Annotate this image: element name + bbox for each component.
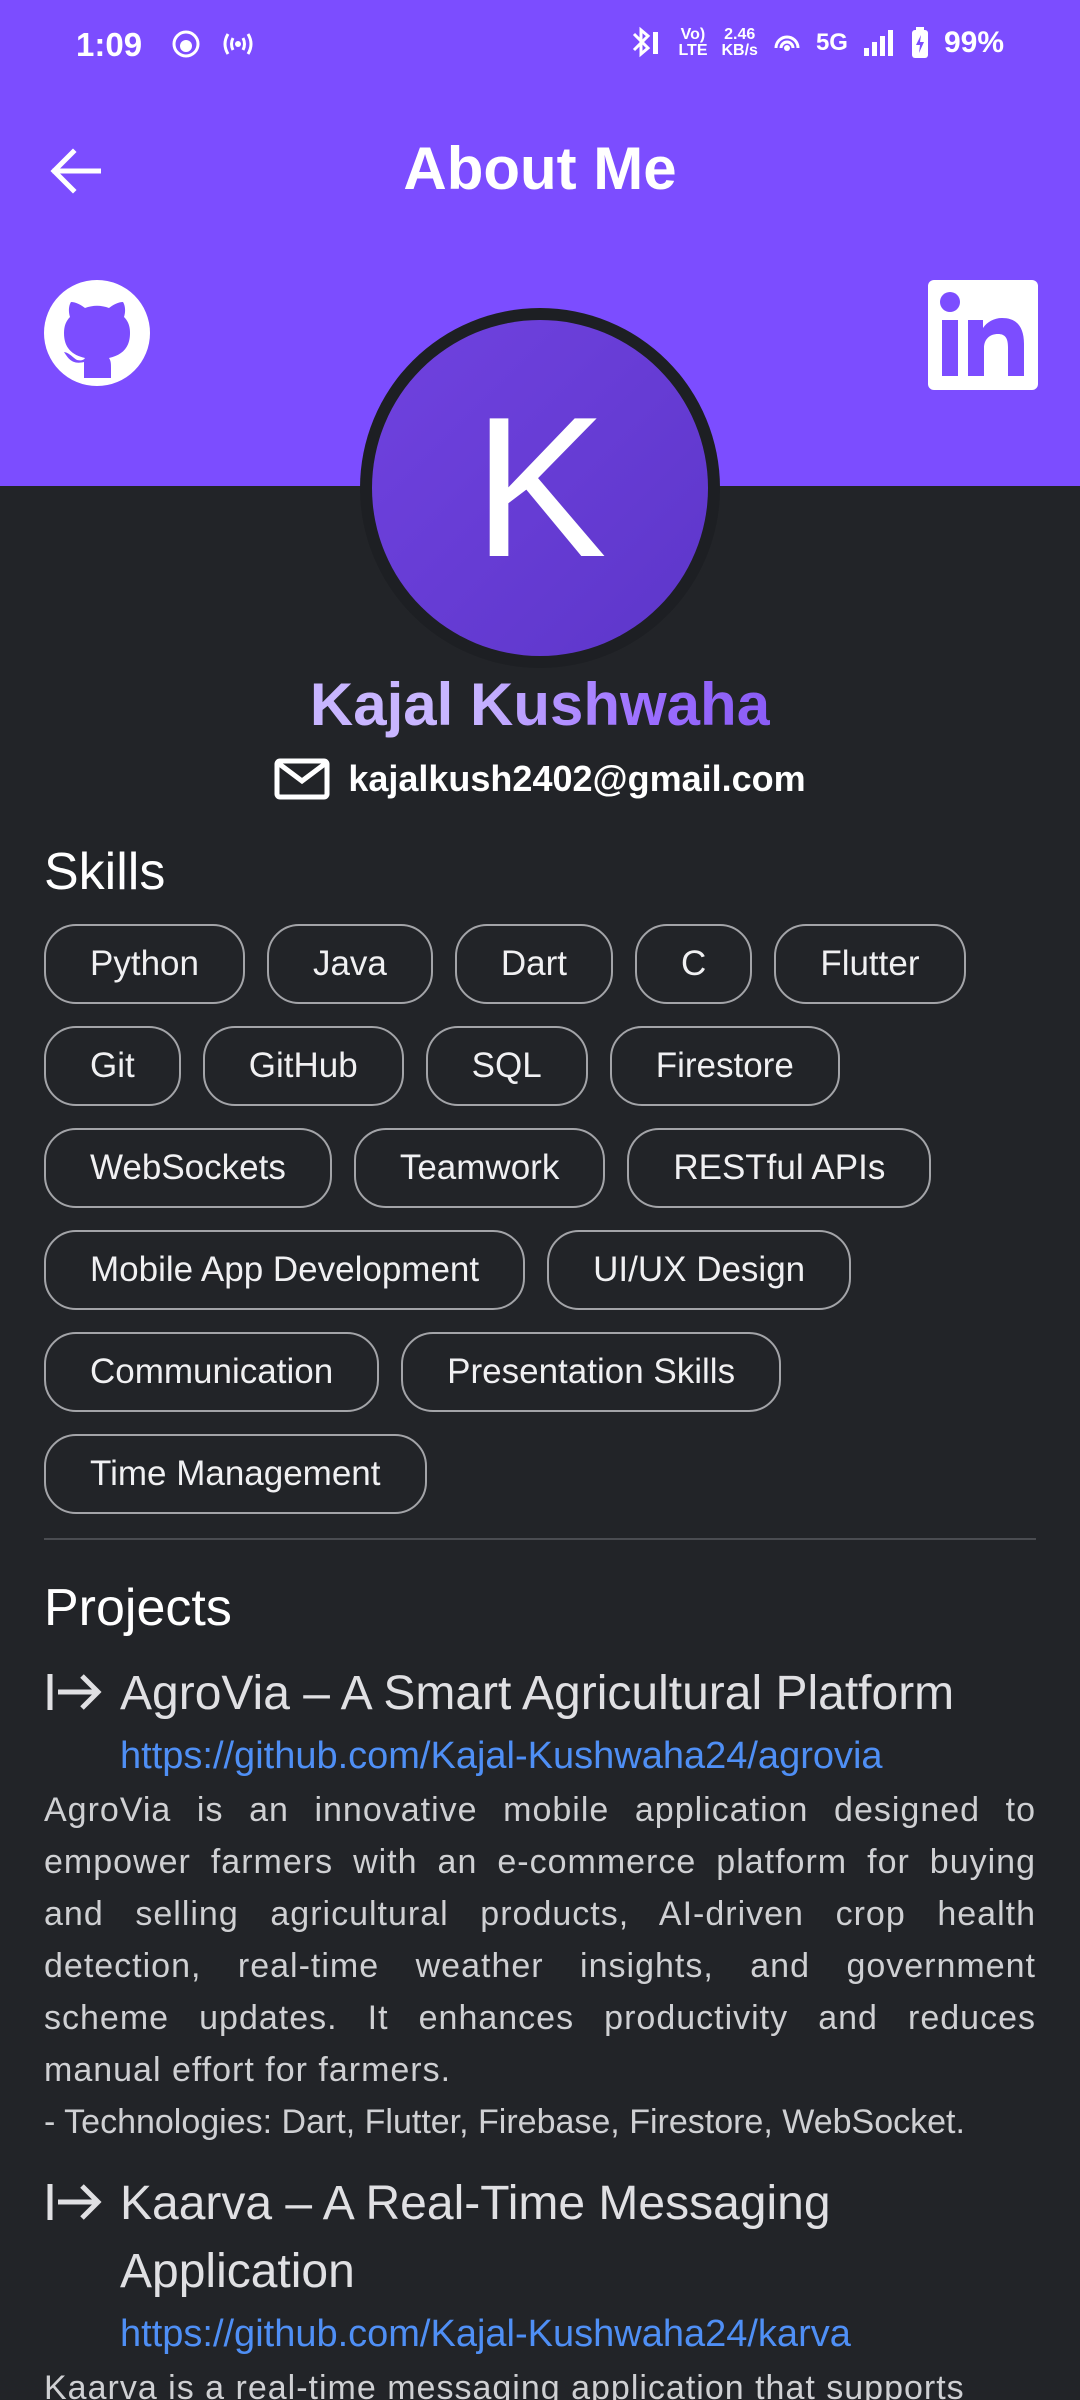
network-speed: 2.46 KB/s	[721, 26, 758, 59]
skills-chip-row: Python Java Dart C Flutter	[44, 924, 1044, 1004]
hotspot-icon	[223, 33, 253, 55]
linkedin-icon	[928, 280, 1038, 390]
skill-chip[interactable]: Dart	[454, 924, 614, 1004]
page-title: About Me	[403, 135, 677, 202]
skills-chip-row: Communication Presentation Skills	[44, 1332, 1044, 1412]
skill-chip[interactable]: Java	[266, 924, 433, 1004]
status-time: 1:09	[76, 26, 143, 63]
skill-chip[interactable]: SQL	[425, 1026, 588, 1106]
skills-title: Skills	[44, 843, 166, 901]
last-name: Kushwaha	[470, 671, 771, 738]
skill-chip[interactable]: GitHub	[202, 1026, 404, 1106]
project-link[interactable]: https://github.com/Kajal-Kushwaha24/agro…	[120, 1728, 1036, 1784]
skill-chip[interactable]: C	[635, 924, 753, 1004]
mail-icon	[274, 758, 330, 800]
project-technologies: - Technologies: Dart, Flutter, Firebase,…	[44, 2103, 965, 2141]
status-right-icons: Vo) LTE 2.46 KB/s 5G 99%	[628, 26, 1004, 60]
wifi-calling-icon	[774, 35, 800, 51]
email-row[interactable]: kajalkush2402@gmail.com	[0, 758, 1080, 800]
network-type: 5G	[815, 29, 848, 56]
section-divider	[44, 1538, 1036, 1540]
skill-chip[interactable]: Teamwork	[353, 1128, 606, 1208]
projects-title: Projects	[44, 1579, 232, 1637]
skill-chip[interactable]: Python	[44, 924, 245, 1004]
avatar: K	[372, 320, 708, 656]
status-left-icons	[170, 28, 256, 60]
volte-indicator: Vo) LTE	[678, 26, 708, 59]
project-item: AgroVia – A Smart Agricultural Platform …	[44, 1660, 1036, 2148]
bluetooth-vibrate-icon	[633, 26, 659, 58]
skill-chip[interactable]: UI/UX Design	[547, 1230, 852, 1310]
project-description: Kaarva is a real-time messaging applicat…	[44, 2369, 965, 2400]
skill-chip[interactable]: Time Management	[44, 1434, 427, 1514]
skills-chip-row: Mobile App Development UI/UX Design	[44, 1230, 1044, 1310]
first-name: Kajal	[309, 671, 454, 738]
github-button[interactable]	[42, 278, 152, 388]
email-text: kajalkush2402@gmail.com	[348, 758, 806, 799]
battery-charging-icon	[911, 27, 928, 58]
project-title: AgroVia – A Smart Agricultural Platform	[120, 1667, 955, 1720]
status-bar: 1:09 Vo) LTE 2.46 KB/s 5G 99%	[0, 0, 1080, 96]
skill-chip[interactable]: Communication	[44, 1332, 380, 1412]
project-header: Kaarva – A Real-Time Messaging Applicati…	[44, 2170, 1036, 2306]
skill-chip[interactable]: WebSockets	[44, 1128, 332, 1208]
skills-chip-row: Time Management	[44, 1434, 1044, 1514]
skill-chip[interactable]: Firestore	[609, 1026, 840, 1106]
skill-chip[interactable]: Mobile App Development	[44, 1230, 526, 1310]
skill-chip[interactable]: Git	[44, 1026, 181, 1106]
arrow-right-to-bar-icon	[44, 2170, 120, 2229]
project-description: AgroVia is an innovative mobile applicat…	[44, 1791, 1036, 2089]
project-header: AgroVia – A Smart Agricultural Platform	[44, 1660, 1036, 1728]
skill-chip[interactable]: Flutter	[774, 924, 966, 1004]
profile-name: Kajal Kushwaha	[0, 670, 1080, 739]
github-icon	[44, 280, 150, 386]
linkedin-button[interactable]	[928, 280, 1038, 390]
signal-icon	[863, 30, 893, 56]
skills-chip-row: WebSockets Teamwork RESTful APIs	[44, 1128, 1044, 1208]
arrow-right-to-bar-icon	[44, 1660, 120, 1719]
skills-chip-group: Python Java Dart C Flutter Git GitHub SQL Firest…	[44, 924, 1044, 1536]
notification-app-icon	[172, 30, 200, 58]
project-item: Kaarva – A Real-Time Messaging Applicati…	[44, 2170, 1036, 2400]
app-bar: About Me	[0, 120, 1080, 220]
project-link[interactable]: https://github.com/Kajal-Kushwaha24/karv…	[120, 2306, 1036, 2362]
project-title: Kaarva – A Real-Time Messaging Applicati…	[120, 2177, 831, 2298]
battery-percent: 99%	[943, 26, 1004, 59]
skills-chip-row: Git GitHub SQL Firestore	[44, 1026, 1044, 1106]
avatar-letter: K	[473, 376, 607, 599]
skill-chip[interactable]: RESTful APIs	[627, 1128, 932, 1208]
skill-chip[interactable]: Presentation Skills	[401, 1332, 782, 1412]
